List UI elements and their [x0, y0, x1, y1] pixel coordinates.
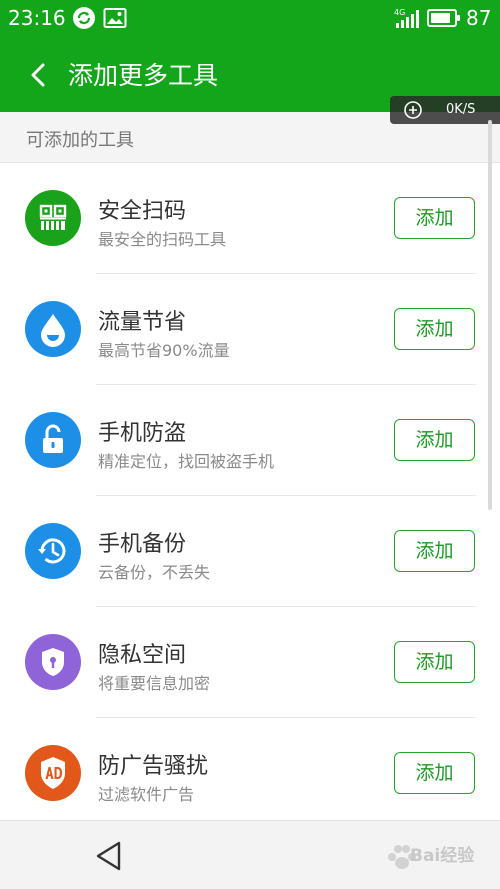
add-button[interactable]: 添加 — [394, 197, 475, 239]
water-drop-icon — [41, 314, 65, 347]
unlock-icon — [43, 424, 63, 453]
tool-name: 防广告骚扰 — [98, 754, 209, 779]
status-time: 23:16 — [8, 6, 66, 30]
list-item: 流量节省 最高节省90%流量 添加 — [0, 274, 500, 385]
nav-back-triangle-icon[interactable] — [93, 839, 125, 873]
add-button[interactable]: 添加 — [394, 308, 475, 350]
qr-code-icon — [39, 204, 67, 230]
tool-name: 隐私空间 — [98, 643, 187, 668]
tool-icon-circle — [25, 412, 81, 468]
scrollbar[interactable] — [488, 120, 492, 510]
speed-arrow-icon — [404, 101, 422, 119]
tool-name: 手机防盗 — [98, 421, 187, 446]
battery-icon — [427, 9, 460, 27]
tool-description: 将重要信息加密 — [98, 674, 211, 693]
signal-4g-icon: 4G — [394, 8, 419, 28]
network-speed-value: 0K/S — [446, 102, 476, 117]
navigation-bar: Bai经验 — [0, 820, 500, 889]
add-button[interactable]: 添加 — [394, 419, 475, 461]
tool-name: 手机备份 — [98, 532, 187, 557]
list-item: 手机备份 云备份，不丢失 添加 — [0, 496, 500, 607]
sync-icon — [73, 7, 95, 29]
add-button[interactable]: 添加 — [394, 641, 475, 683]
add-button[interactable]: 添加 — [394, 752, 475, 794]
list-item: 手机防盗 精准定位，找回被盗手机 添加 — [0, 385, 500, 496]
tool-name: 流量节省 — [98, 310, 187, 335]
list-item: 安全扫码 最安全的扫码工具 添加 — [0, 163, 500, 274]
history-icon — [38, 538, 66, 564]
tool-description: 最高节省90%流量 — [98, 341, 230, 360]
status-bar: 23:16 4G 87 — [0, 0, 500, 38]
section-label: 可添加的工具 — [26, 130, 134, 151]
page-title: 添加更多工具 — [68, 61, 219, 90]
tool-name: 安全扫码 — [98, 199, 187, 224]
gallery-icon — [103, 8, 127, 28]
watermark-text: Bai经验 — [410, 846, 475, 866]
tool-description: 过滤软件广告 — [98, 785, 195, 804]
tool-description: 云备份，不丢失 — [98, 563, 211, 582]
tool-description: 最安全的扫码工具 — [98, 230, 227, 249]
network-speed-overlay[interactable]: 0K/S — [390, 96, 500, 124]
battery-percent: 87 — [466, 6, 492, 30]
shield-keyhole-icon — [42, 648, 64, 676]
ad-block-icon — [41, 757, 65, 789]
tool-icon-circle — [25, 745, 81, 801]
tool-description: 精准定位，找回被盗手机 — [98, 452, 275, 471]
tool-icon-circle — [25, 523, 81, 579]
list-item: 隐私空间 将重要信息加密 添加 — [0, 607, 500, 718]
tool-list: 安全扫码 最安全的扫码工具 添加 流量节省 最高节省90%流量 添加 手机防盗 … — [0, 163, 500, 829]
tool-icon-circle — [25, 190, 81, 246]
back-arrow-icon[interactable] — [26, 62, 52, 88]
svg-text:4G: 4G — [394, 8, 405, 17]
tool-icon-circle — [25, 634, 81, 690]
list-item: 防广告骚扰 过滤软件广告 添加 — [0, 718, 500, 829]
tool-icon-circle — [25, 301, 81, 357]
add-button[interactable]: 添加 — [394, 530, 475, 572]
